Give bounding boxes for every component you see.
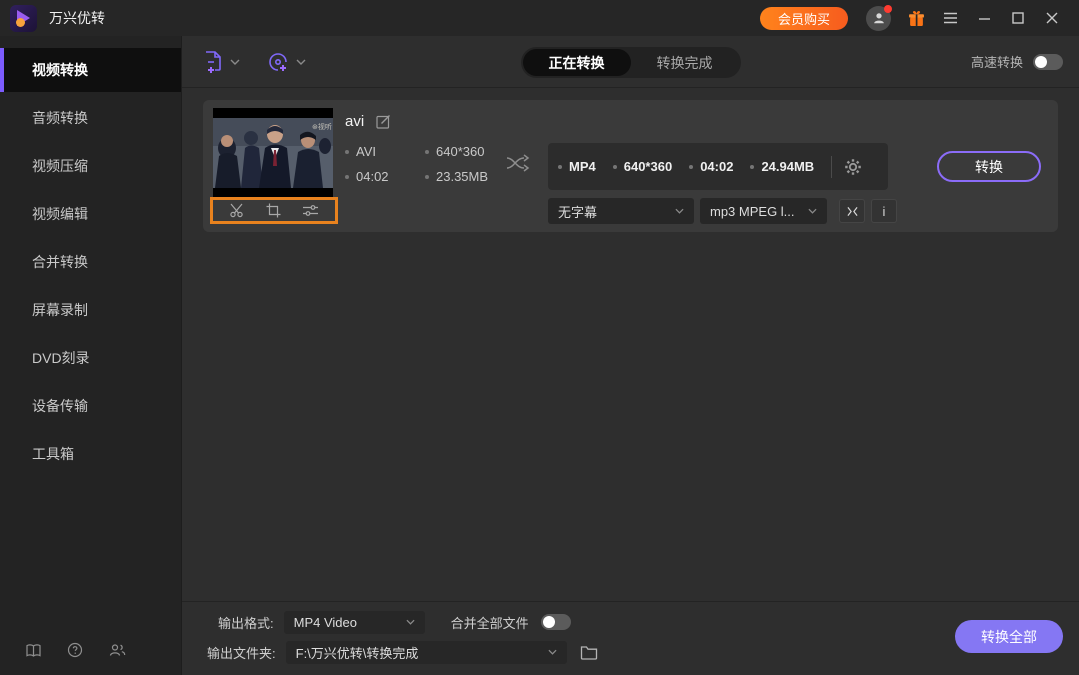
subtitle-dropdown[interactable]: 无字幕	[548, 198, 694, 224]
sidebar-item-audio-convert[interactable]: 音频转换	[0, 96, 181, 140]
source-format: AVI	[345, 144, 425, 159]
add-file-button[interactable]	[202, 50, 240, 74]
output-folder-value: F:\万兴优转\转换完成	[295, 645, 419, 661]
sidebar-item-device-transfer[interactable]: 设备传输	[0, 384, 181, 428]
output-size: 24.94MB	[750, 159, 814, 174]
output-duration: 04:02	[689, 159, 733, 174]
source-duration: 04:02	[345, 169, 425, 184]
audio-track-dropdown-value: mp3 MPEG l...	[710, 203, 795, 219]
close-button[interactable]	[1037, 5, 1067, 31]
chevron-down-icon	[808, 208, 817, 214]
add-disc-button[interactable]	[266, 50, 306, 74]
minimize-button[interactable]	[969, 5, 999, 31]
video-thumbnail[interactable]: ⊛视听	[213, 108, 333, 198]
output-folder-label: 输出文件夹:	[207, 645, 276, 661]
file-name: avi	[345, 113, 365, 130]
maximize-button[interactable]	[1003, 5, 1033, 31]
info-button[interactable]: i	[871, 199, 897, 223]
chevron-down-icon	[548, 649, 557, 655]
chevron-down-icon	[230, 59, 240, 65]
gift-icon[interactable]	[901, 5, 931, 31]
output-format: MP4	[558, 159, 596, 174]
chevron-down-icon	[406, 619, 415, 625]
person-icon	[873, 13, 884, 24]
sidebar-item-video-edit[interactable]: 视频编辑	[0, 192, 181, 236]
menu-icon[interactable]	[935, 5, 965, 31]
edit-toolbar-highlight	[210, 197, 338, 224]
merge-all-toggle[interactable]	[540, 614, 571, 630]
file-row: ⊛视听 avi AVI 640*360 04:02 23.35MB MP4 64…	[203, 100, 1058, 232]
sidebar-item-video-convert[interactable]: 视频转换	[0, 48, 181, 92]
output-format-value: MP4 Video	[293, 614, 357, 630]
user-avatar[interactable]	[866, 4, 892, 31]
sidebar-item-merge-convert[interactable]: 合并转换	[0, 240, 181, 284]
effect-sliders-icon[interactable]	[302, 204, 319, 217]
chevron-down-icon	[296, 59, 306, 65]
sidebar-item-dvd-burn[interactable]: DVD刻录	[0, 336, 181, 380]
sidebar: 视频转换 音频转换 视频压缩 视频编辑 合并转换 屏幕录制 DVD刻录 设备传输…	[0, 36, 182, 675]
output-settings-gear-icon[interactable]	[844, 158, 862, 176]
community-icon[interactable]	[108, 641, 126, 659]
rename-icon[interactable]	[376, 114, 391, 129]
output-format-label: 输出格式:	[218, 615, 274, 631]
open-folder-icon[interactable]	[580, 645, 598, 660]
manual-book-icon[interactable]	[24, 641, 42, 659]
output-resolution: 640*360	[613, 159, 672, 174]
add-file-icon	[206, 50, 221, 73]
output-format-dropdown[interactable]: MP4 Video	[283, 610, 425, 634]
sidebar-item-video-compress[interactable]: 视频压缩	[0, 144, 181, 188]
shuffle-arrow-icon	[505, 152, 531, 174]
svg-text:⊛视听: ⊛视听	[312, 122, 332, 131]
sidebar-item-toolbox[interactable]: 工具箱	[0, 432, 181, 476]
tab-finished[interactable]: 转换完成	[631, 49, 739, 76]
fast-convert-label: 高速转换	[970, 55, 1023, 70]
file-list: ⊛视听 avi AVI 640*360 04:02 23.35MB MP4 64…	[182, 88, 1079, 601]
compress-icon	[846, 206, 858, 216]
notification-dot	[884, 4, 892, 13]
chevron-down-icon	[675, 208, 684, 214]
convert-button[interactable]: 转换	[937, 151, 1041, 182]
audio-track-dropdown[interactable]: mp3 MPEG l...	[700, 198, 827, 224]
content-header: 正在转换 转换完成 高速转换	[182, 36, 1079, 88]
fast-convert-toggle[interactable]	[1033, 53, 1063, 70]
app-title: 万兴优转	[49, 10, 105, 26]
bottom-bar: 输出格式: MP4 Video 合并全部文件 输出文件夹: F:\万兴优转\转换…	[182, 601, 1079, 675]
tab-converting[interactable]: 正在转换	[522, 49, 631, 76]
output-settings-box: MP4 640*360 04:02 24.94MB	[548, 143, 888, 190]
add-disc-icon	[269, 52, 287, 71]
title-bar: 万兴优转 会员购买	[0, 0, 1079, 36]
trim-scissors-icon[interactable]	[229, 203, 245, 218]
compress-button[interactable]	[839, 199, 865, 223]
convert-all-button[interactable]: 转换全部	[955, 620, 1063, 653]
crop-icon[interactable]	[266, 203, 281, 218]
status-tabs: 正在转换 转换完成	[520, 47, 741, 78]
output-folder-dropdown[interactable]: F:\万兴优转\转换完成	[285, 640, 567, 664]
subtitle-dropdown-value: 无字幕	[558, 204, 598, 220]
app-logo-icon	[10, 4, 37, 32]
sidebar-item-screen-record[interactable]: 屏幕录制	[0, 288, 181, 332]
buy-membership-button[interactable]: 会员购买	[759, 6, 848, 30]
app-window: 万兴优转 会员购买 视频转换 音频转换 视频压缩 视频编辑 合并转换 屏幕录制 …	[0, 0, 1079, 675]
help-icon[interactable]	[66, 641, 84, 659]
merge-all-label: 合并全部文件	[450, 615, 529, 631]
divider	[831, 155, 833, 178]
